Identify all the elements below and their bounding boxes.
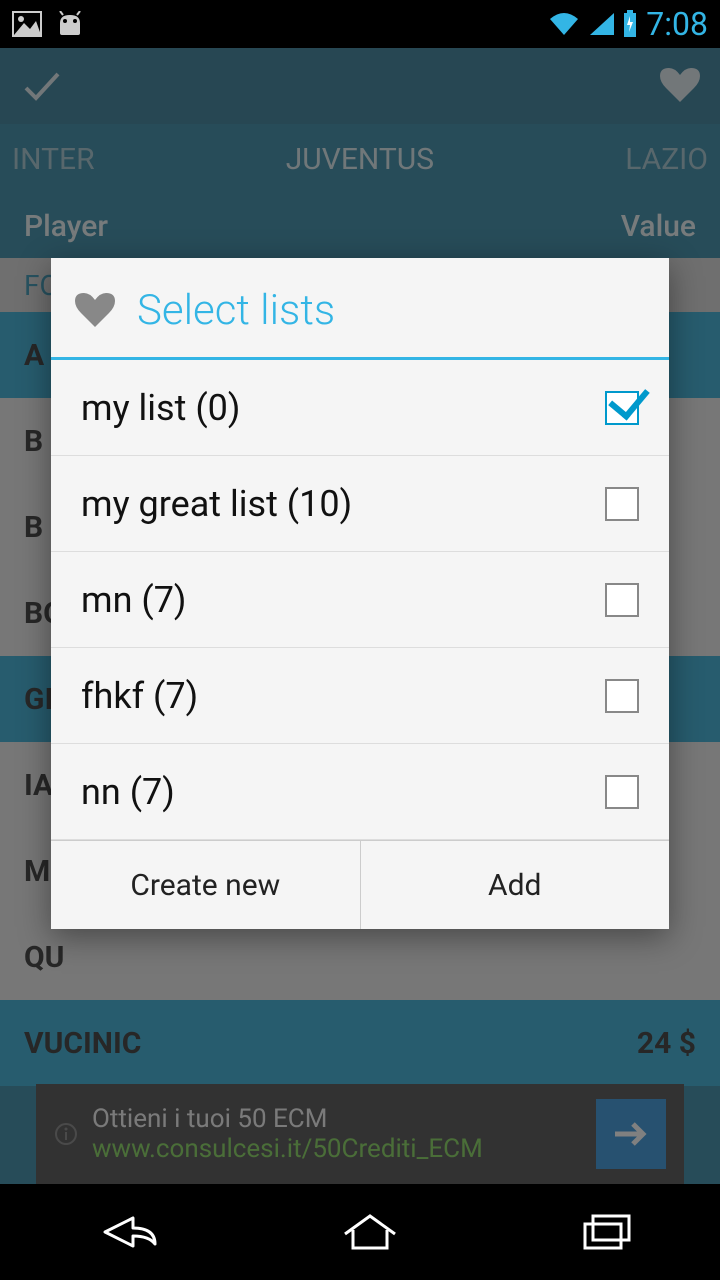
- list-item[interactable]: nn (7): [51, 744, 669, 840]
- checkbox[interactable]: [605, 487, 639, 521]
- status-bar: 7:08: [0, 0, 720, 48]
- list-item-label: my great list (10): [81, 483, 352, 525]
- back-button[interactable]: [85, 1210, 165, 1254]
- list-item-label: my list (0): [81, 387, 240, 429]
- list-item[interactable]: my list (0): [51, 360, 669, 456]
- home-button[interactable]: [335, 1210, 405, 1254]
- dialog-title: Select lists: [137, 286, 335, 335]
- add-button[interactable]: Add: [361, 841, 670, 929]
- list-item-label: nn (7): [81, 771, 175, 813]
- select-lists-dialog: Select lists my list (0) my great list (…: [51, 258, 669, 929]
- android-icon: [54, 11, 86, 37]
- list-item[interactable]: mn (7): [51, 552, 669, 648]
- dialog-buttons: Create new Add: [51, 840, 669, 929]
- recent-button[interactable]: [575, 1210, 635, 1254]
- heart-icon: [75, 291, 115, 331]
- list-item[interactable]: fhkf (7): [51, 648, 669, 744]
- list-container: my list (0) my great list (10) mn (7) fh…: [51, 360, 669, 840]
- checkbox[interactable]: [605, 391, 639, 425]
- checkbox[interactable]: [605, 679, 639, 713]
- checkbox[interactable]: [605, 583, 639, 617]
- create-new-button[interactable]: Create new: [51, 841, 361, 929]
- wifi-icon: [548, 11, 580, 37]
- list-item-label: mn (7): [81, 579, 186, 621]
- checkbox[interactable]: [605, 775, 639, 809]
- nav-bar: [0, 1184, 720, 1280]
- list-item-label: fhkf (7): [81, 675, 198, 717]
- picture-icon: [12, 11, 42, 37]
- modal-overlay[interactable]: Select lists my list (0) my great list (…: [0, 48, 720, 1184]
- battery-icon: [622, 10, 638, 38]
- list-item[interactable]: my great list (10): [51, 456, 669, 552]
- signal-icon: [588, 11, 614, 37]
- status-time: 7:08: [646, 5, 708, 43]
- dialog-header: Select lists: [51, 258, 669, 360]
